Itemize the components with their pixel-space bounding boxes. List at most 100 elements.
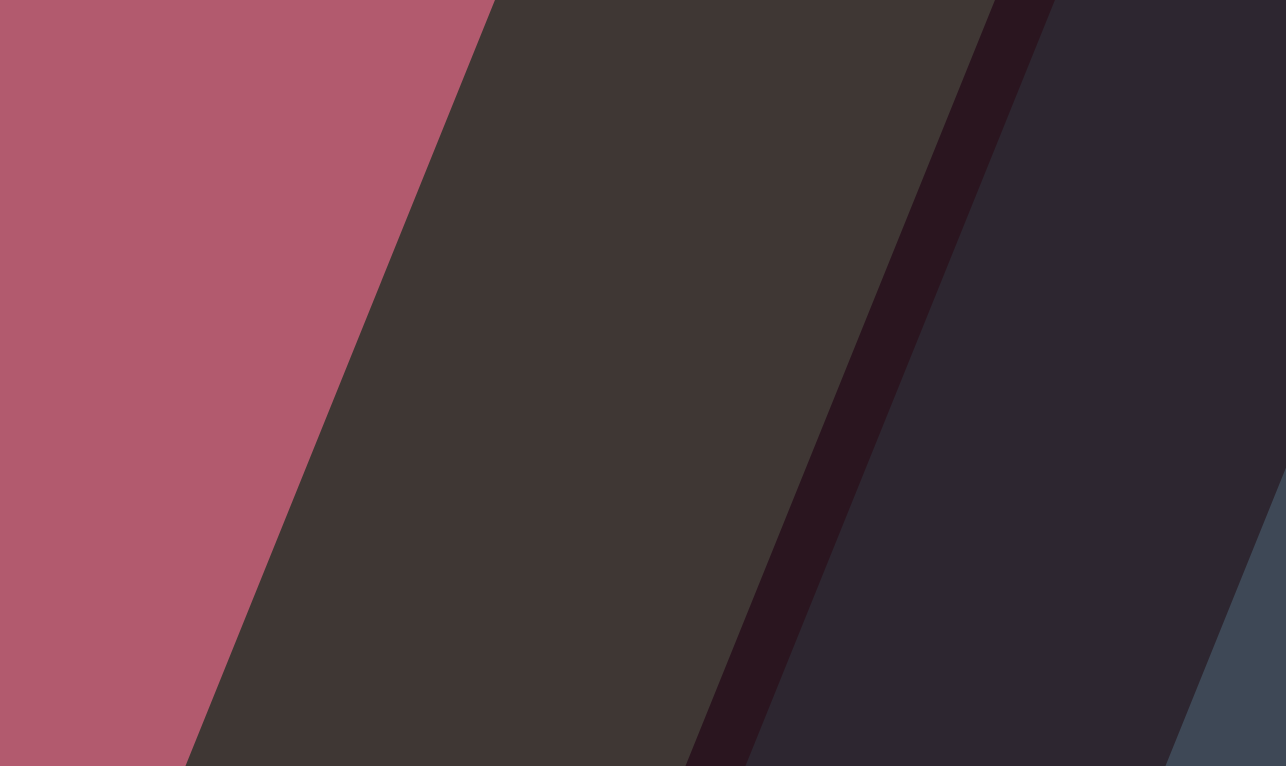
properties-table: Type Map Name demo.yaml Tile width 32 Ti…	[850, 362, 1236, 539]
tileset-sprite-sheet[interactable]	[850, 110, 1236, 347]
log-help-hint[interactable]: (?)	[328, 561, 341, 573]
property-value: 32	[1048, 445, 1060, 458]
save-icon[interactable]	[57, 135, 80, 158]
table-row[interactable]: Row count 34	[850, 464, 1236, 490]
property-key: Tile width	[862, 419, 906, 432]
log-entry: 19:52:39 > Viewport overlay pos... 1	[111, 626, 279, 638]
map-viewport[interactable]: X/Y: (428, 593) Row/Column: (18, 13) Glo…	[85, 98, 850, 537]
map-canvas[interactable]	[85, 98, 850, 525]
settings-icon[interactable]	[819, 540, 828, 549]
tab-layers[interactable]: Layers	[850, 539, 899, 554]
settings-icon[interactable]	[1220, 542, 1229, 551]
list-item[interactable]: Details 1	[884, 616, 1229, 634]
menu-map[interactable]: Map	[180, 59, 219, 73]
menu-debug[interactable]: Debug	[264, 59, 314, 73]
point-tool-icon[interactable]	[57, 432, 80, 455]
property-value: 32	[1048, 419, 1060, 432]
tilesets-panel: Tilesets terrain outside	[850, 75, 1236, 347]
tab-log[interactable]: Log	[85, 537, 120, 552]
move-layer-down-icon[interactable]	[856, 668, 877, 689]
add-layer-icon[interactable]	[856, 560, 877, 581]
tile-layer-icon	[894, 568, 904, 578]
tilesets-panel-header: Tilesets	[850, 75, 1236, 90]
table-row[interactable]: Name demo.yaml	[850, 387, 1236, 413]
log-panel-header: Log	[85, 537, 850, 552]
property-value: Map	[1048, 368, 1069, 381]
menu-view[interactable]: View	[137, 59, 179, 73]
layers-panel-body: Ground 1 Ground 2 Details Details 1 Deta…	[850, 554, 1236, 704]
document-tab-label: demo.yaml	[100, 80, 154, 93]
tilesets-header-buttons	[1205, 78, 1236, 87]
application-window: Tactile File Edit View Map Help Debug de…	[52, 32, 1236, 704]
settings-icon[interactable]	[1205, 350, 1214, 359]
layer-label: Ground 1	[910, 566, 954, 579]
tileset-image-view[interactable]	[850, 110, 1236, 347]
unsaved-changes-indicator	[159, 84, 165, 89]
table-row[interactable]: Tile width 32	[850, 413, 1236, 439]
duplicate-layer-icon[interactable]	[856, 614, 877, 635]
table-row[interactable]: Tile height 32	[850, 438, 1236, 464]
close-icon[interactable]	[834, 540, 843, 549]
group-layer-icon	[894, 603, 904, 612]
log-entry: 19:52:39 > Show FPS in viewport overlay.…	[111, 644, 326, 656]
undo-icon[interactable]	[57, 171, 80, 194]
property-value: demo.yaml	[1048, 394, 1100, 407]
close-icon[interactable]	[1220, 78, 1229, 87]
log-filter-select[interactable]: Everything	[133, 558, 319, 575]
log-entry: 19:52:39 > Embed tilesets... no	[111, 662, 257, 674]
ellipse-tool-icon[interactable]	[57, 405, 80, 428]
add-tileset-icon[interactable]	[967, 92, 983, 108]
table-row[interactable]: Column count 28	[850, 489, 1236, 515]
settings-icon[interactable]	[1205, 78, 1214, 87]
table-row[interactable]: Type Map	[850, 362, 1236, 388]
tab-components[interactable]: Components	[914, 347, 989, 362]
menu-edit[interactable]: Edit	[98, 59, 135, 73]
log-filter-row: Filter: Everything (?)	[85, 552, 850, 580]
tileset-tab-outside[interactable]: outside	[909, 92, 964, 108]
remove-layer-icon[interactable]	[856, 587, 877, 608]
list-item[interactable]: Ground 2	[884, 582, 1229, 600]
tileset-tab-terrain[interactable]: terrain	[856, 92, 906, 108]
document-tab-bar: demo.yaml	[85, 75, 850, 98]
layer-list[interactable]: Ground 1 Ground 2 Details Details 1 Deta…	[883, 560, 1230, 698]
window-title: Tactile	[625, 38, 663, 51]
bucket-fill-icon[interactable]	[57, 297, 80, 320]
property-key: Column count	[862, 496, 927, 509]
move-layer-up-icon[interactable]	[856, 641, 877, 662]
redo-icon[interactable]	[57, 198, 80, 221]
tab-tilesets[interactable]: Tilesets	[850, 75, 903, 90]
stamp-tool-icon[interactable]	[57, 270, 80, 293]
property-key: Tile height	[862, 445, 911, 458]
log-entry: 19:52:39 > Indent output... yes	[111, 680, 254, 692]
new-file-icon[interactable]	[57, 81, 80, 104]
log-entry: 19:52:39 > Preferred tile height... 32	[111, 590, 279, 602]
tile-layer-icon	[894, 585, 904, 595]
property-key: Type	[862, 368, 885, 381]
rectangle-tool-icon[interactable]	[57, 378, 80, 401]
list-item[interactable]: Ground 1	[884, 564, 1229, 582]
chevron-down-icon[interactable]	[295, 558, 319, 575]
object-select-icon[interactable]	[57, 351, 80, 374]
open-folder-icon[interactable]	[57, 108, 80, 131]
log-entry-list[interactable]: 19:52:39 > Preferred tile height... 32 1…	[97, 580, 840, 695]
menu-help[interactable]: Help	[222, 59, 263, 73]
layers-header-buttons	[1220, 542, 1236, 551]
tab-properties[interactable]: Properties	[850, 347, 914, 362]
eraser-icon[interactable]	[57, 324, 80, 347]
close-icon[interactable]	[1220, 350, 1229, 359]
property-value: 34	[1048, 470, 1060, 483]
layer-label: Details	[910, 601, 943, 614]
log-entry: 19:52:39 > Preferred format... YAML	[111, 608, 280, 620]
list-item[interactable]: Details	[884, 599, 1229, 617]
image-icon[interactable]	[57, 234, 80, 257]
layers-toolbar	[856, 560, 877, 698]
menu-file[interactable]: File	[60, 59, 96, 73]
tile-layer-icon	[908, 638, 918, 648]
layers-panel: Layers Ground 1 Ground 2 Details Details…	[850, 539, 1236, 704]
log-filter-label: Filter:	[97, 560, 125, 573]
window-titlebar: Tactile	[52, 32, 1236, 57]
layer-label: Ground 2	[910, 584, 954, 597]
list-item[interactable]: Details 2	[884, 634, 1229, 652]
log-panel-header-buttons	[819, 540, 850, 549]
document-tab-demo-yaml[interactable]: demo.yaml	[91, 78, 174, 95]
